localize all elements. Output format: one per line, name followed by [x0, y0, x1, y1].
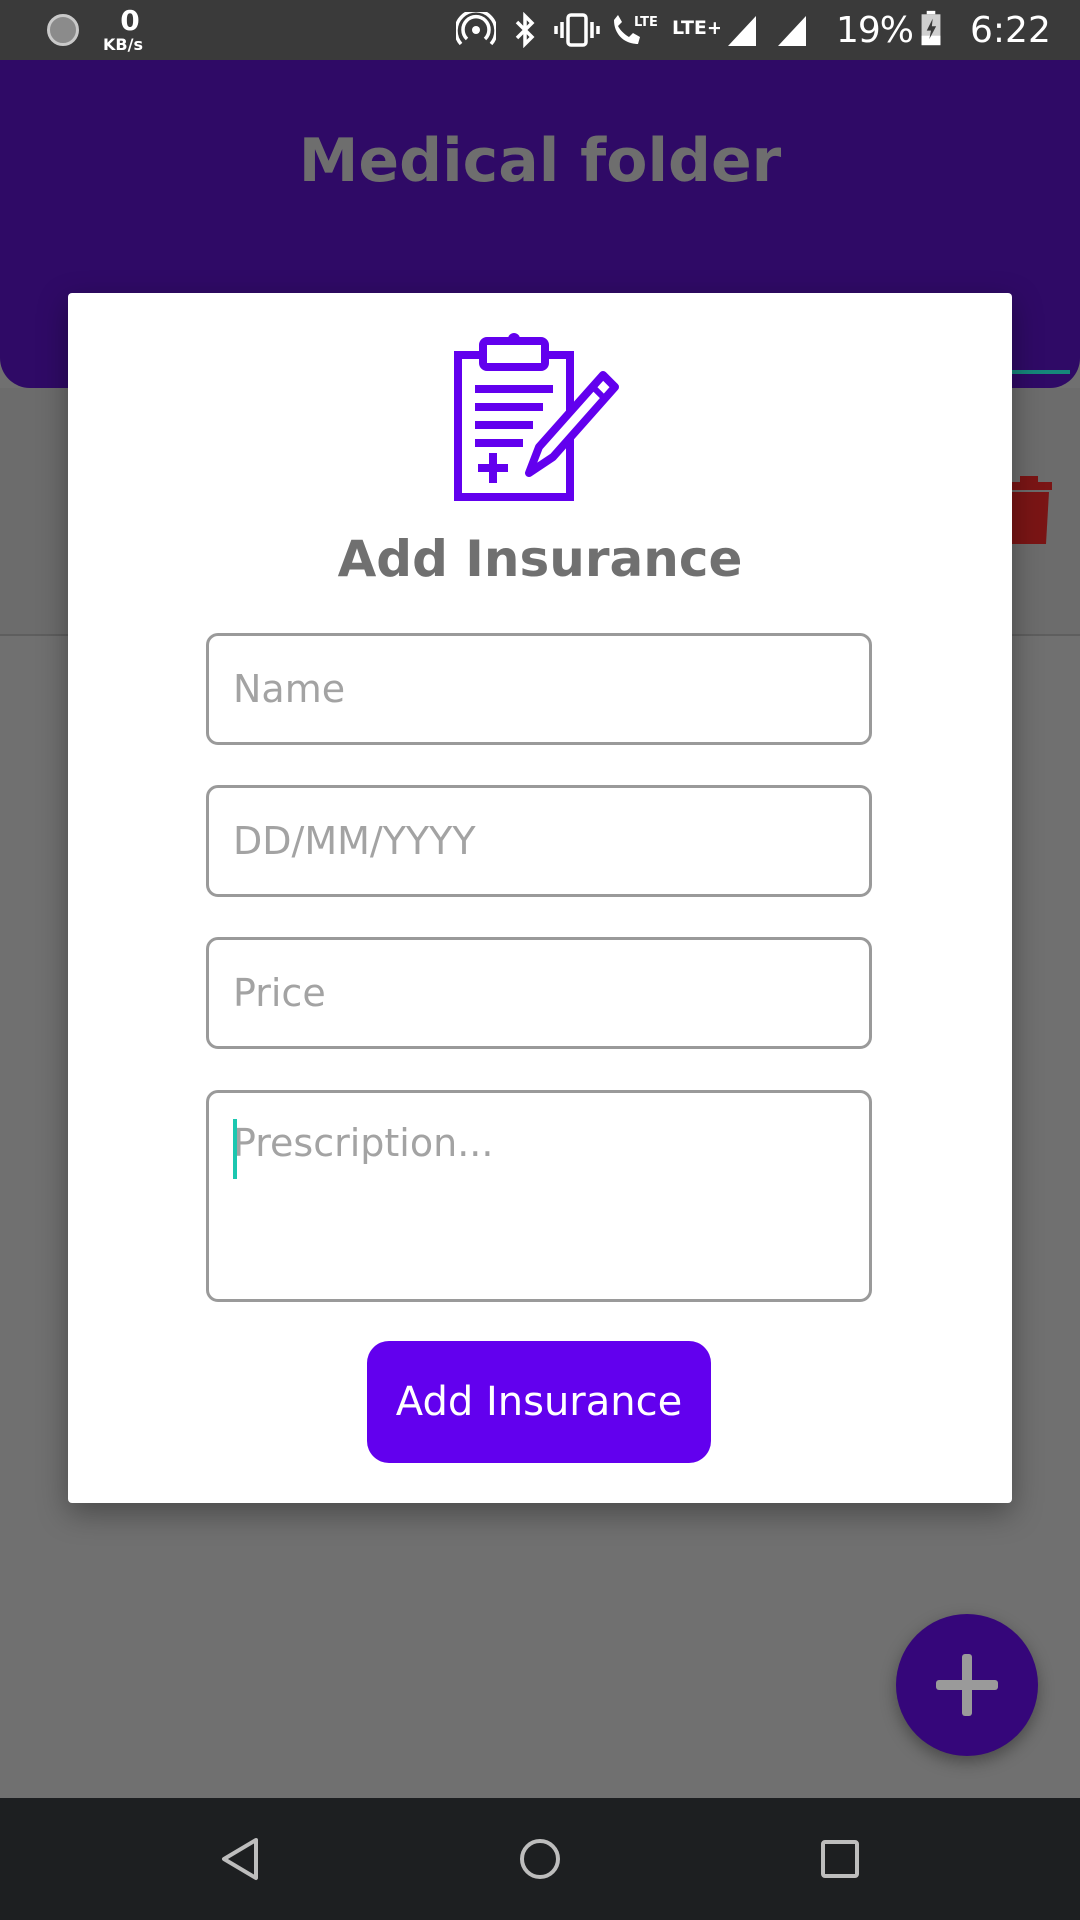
price-input[interactable]	[206, 937, 872, 1049]
svg-text:LTE: LTE	[634, 15, 658, 30]
app-title: Medical folder	[298, 126, 782, 196]
network-speed-unit: KB/s	[103, 35, 143, 54]
hotspot-icon	[456, 12, 496, 46]
trash-icon	[1006, 476, 1052, 544]
vibrate-icon	[554, 13, 600, 47]
network-speed: 0	[120, 4, 140, 37]
clock: 6:22	[970, 10, 1051, 51]
date-input[interactable]	[206, 785, 872, 897]
prescription-placeholder: Prescription...	[233, 1121, 494, 1165]
prescription-input[interactable]: Prescription...	[206, 1090, 872, 1302]
add-insurance-dialog: Add Insurance Prescription... Add Insura…	[68, 293, 1012, 1503]
svg-text:LTE+: LTE+	[672, 17, 720, 39]
back-icon[interactable]	[216, 1834, 266, 1884]
status-bar: 0 KB/s LTE LTE+ 19% 6:22	[0, 0, 1080, 60]
name-input[interactable]	[206, 633, 872, 745]
clipboard-pen-icon	[454, 333, 619, 501]
recents-icon[interactable]	[815, 1834, 865, 1884]
battery-charging-icon	[921, 10, 941, 46]
home-icon[interactable]	[515, 1834, 565, 1884]
lte-plus-icon: LTE+	[672, 17, 720, 39]
signal-icon	[728, 16, 756, 46]
dialog-title: Add Insurance	[337, 530, 743, 588]
bluetooth-icon	[515, 12, 535, 48]
lte-call-icon: LTE	[614, 15, 658, 44]
tab-indicator	[1010, 370, 1070, 374]
add-fab-button[interactable]	[896, 1614, 1038, 1756]
battery-percent: 19%	[836, 10, 914, 51]
add-insurance-button[interactable]: Add Insurance	[367, 1341, 711, 1463]
navigation-bar	[0, 1798, 1080, 1920]
signal-icon	[778, 16, 806, 46]
data-saver-icon	[47, 14, 79, 46]
text-cursor	[233, 1119, 237, 1179]
